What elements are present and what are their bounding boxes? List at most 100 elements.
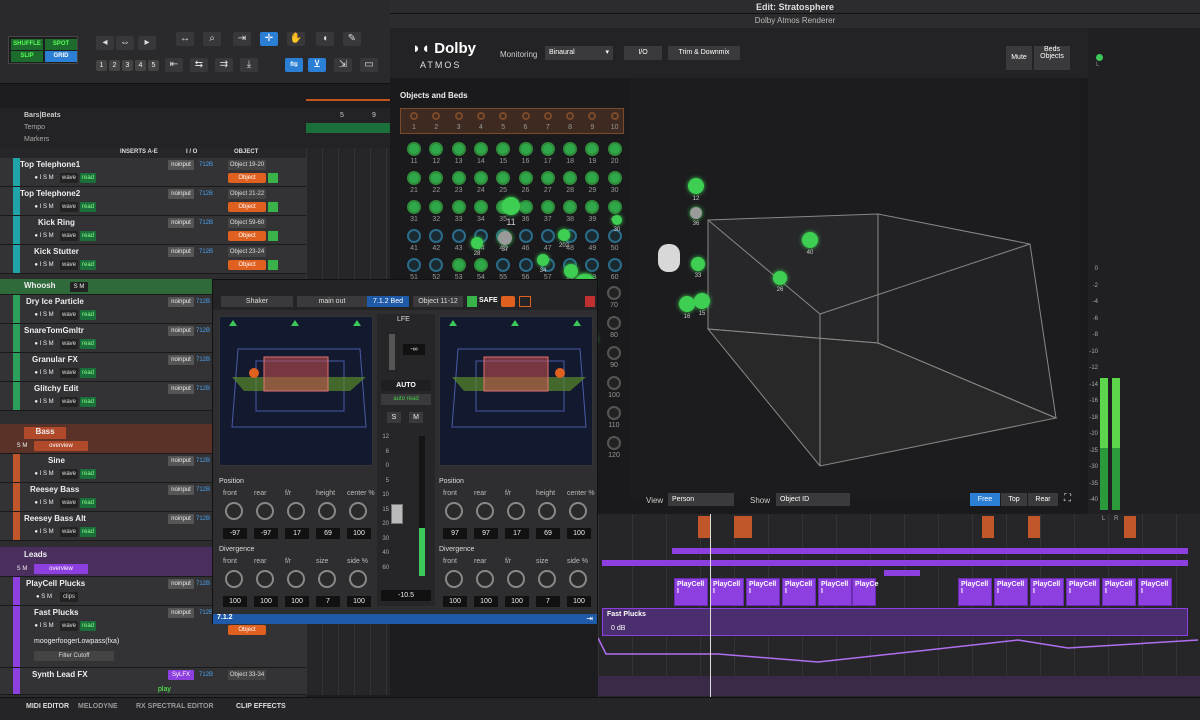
object-cell[interactable] bbox=[451, 258, 466, 272]
output-selector[interactable]: 712B bbox=[196, 355, 210, 365]
lfe-fader[interactable] bbox=[389, 334, 395, 370]
object-cell[interactable] bbox=[451, 142, 466, 156]
object-cell[interactable] bbox=[607, 286, 621, 300]
object-sphere[interactable] bbox=[612, 215, 622, 225]
input-selector[interactable]: noinput bbox=[168, 514, 194, 524]
divergence-knob[interactable] bbox=[349, 570, 367, 588]
position-knob[interactable] bbox=[507, 502, 525, 520]
spot-mode-button[interactable]: SPOT bbox=[45, 39, 77, 50]
input-selector[interactable]: SyLFX bbox=[168, 670, 194, 680]
object-sphere[interactable] bbox=[564, 264, 578, 278]
clip[interactable]: PlayCe bbox=[852, 578, 878, 606]
mute-button[interactable]: Mute bbox=[1006, 46, 1032, 70]
object-play-icon[interactable] bbox=[467, 296, 477, 307]
track-name[interactable]: Whoosh bbox=[24, 281, 102, 293]
clip[interactable]: PlayCell I bbox=[1030, 578, 1064, 606]
track-view-selector[interactable]: wave bbox=[60, 260, 78, 270]
object-cell[interactable] bbox=[540, 229, 555, 243]
object-sphere[interactable] bbox=[690, 207, 702, 219]
track-name[interactable]: Fast Plucks bbox=[34, 608, 112, 620]
clip[interactable]: PlayCell I bbox=[710, 578, 744, 606]
bed-select[interactable]: 7.1.2 Bed bbox=[367, 296, 409, 307]
scrubber-tool-icon[interactable]: ◖ bbox=[316, 32, 334, 46]
automation-line[interactable] bbox=[598, 636, 1200, 676]
view-rear-button[interactable]: Rear bbox=[1028, 493, 1058, 506]
automation-mode[interactable]: read bbox=[80, 469, 96, 479]
bed-cell[interactable] bbox=[521, 112, 530, 120]
object-cell[interactable] bbox=[585, 258, 600, 272]
mute-button[interactable]: M bbox=[409, 412, 423, 423]
automation-mode[interactable]: read bbox=[80, 173, 96, 183]
track-name[interactable]: Kick Stutter bbox=[34, 247, 112, 259]
preset-select[interactable]: Shaker bbox=[221, 296, 293, 307]
track-view-selector[interactable]: wave bbox=[60, 310, 78, 320]
object-cell[interactable] bbox=[407, 229, 421, 243]
clip[interactable] bbox=[672, 548, 1188, 554]
shuffle-mode-button[interactable]: SHUFFLE bbox=[11, 39, 43, 50]
output-selector[interactable]: 712B bbox=[196, 326, 210, 336]
object-cell[interactable] bbox=[518, 200, 533, 214]
pencil-tool-icon[interactable]: ✎ bbox=[343, 32, 361, 46]
object-cell[interactable] bbox=[607, 258, 622, 272]
object-select[interactable]: Object 11-12 bbox=[413, 296, 463, 307]
object-toggle-button[interactable]: Object bbox=[228, 625, 266, 635]
position-knob[interactable] bbox=[476, 502, 494, 520]
object-cell[interactable] bbox=[607, 436, 621, 450]
solo-mute-buttons[interactable]: S M bbox=[12, 564, 32, 574]
clip[interactable]: PlayCell I bbox=[674, 578, 708, 606]
divergence-knob[interactable] bbox=[476, 570, 494, 588]
object-cell[interactable] bbox=[407, 171, 421, 185]
track-view-selector[interactable]: wave bbox=[60, 173, 78, 183]
solo-mute-buttons[interactable]: ● I S M bbox=[30, 231, 58, 241]
clip[interactable]: PlayCell I bbox=[1102, 578, 1136, 606]
object-cell[interactable] bbox=[429, 200, 444, 214]
input-selector[interactable]: noinput bbox=[168, 189, 194, 199]
object-cell[interactable] bbox=[407, 200, 421, 214]
input-selector[interactable]: noinput bbox=[168, 247, 194, 257]
object-cell[interactable] bbox=[540, 200, 555, 214]
track-view-selector[interactable]: wave bbox=[60, 469, 78, 479]
divergence-knob[interactable] bbox=[318, 570, 336, 588]
object-cell[interactable] bbox=[473, 142, 488, 156]
tempo-ruler[interactable] bbox=[306, 123, 390, 133]
track-name[interactable]: Leads bbox=[24, 550, 76, 562]
object-assign[interactable]: Object 21-22 bbox=[228, 189, 266, 199]
clip[interactable] bbox=[602, 560, 1188, 566]
input-selector[interactable]: noinput bbox=[168, 160, 194, 170]
automation-mode[interactable]: read bbox=[80, 231, 96, 241]
insertion-follows-icon[interactable]: ⇉ bbox=[215, 58, 233, 72]
zoom-preset-2[interactable]: 2 bbox=[109, 60, 120, 71]
track-view-selector[interactable]: overview bbox=[34, 564, 88, 574]
smart-tool-icon[interactable]: ✛ bbox=[260, 32, 278, 46]
track-view-selector[interactable]: clips bbox=[60, 592, 78, 602]
object-cell[interactable] bbox=[607, 142, 622, 156]
input-selector[interactable]: noinput bbox=[168, 485, 194, 495]
input-selector[interactable]: noinput bbox=[168, 608, 194, 618]
clip[interactable]: PlayCell I bbox=[782, 578, 816, 606]
zoom-preset-5[interactable]: 5 bbox=[148, 60, 159, 71]
object-cell[interactable] bbox=[607, 316, 621, 330]
object-cell[interactable] bbox=[607, 200, 622, 214]
slip-mode-button[interactable]: SLIP bbox=[11, 51, 43, 62]
output-selector[interactable]: 712B bbox=[196, 670, 216, 680]
object-sphere[interactable] bbox=[679, 296, 695, 312]
object-cell[interactable] bbox=[518, 171, 533, 185]
solo-mute-buttons[interactable]: ● I S M bbox=[30, 310, 58, 320]
track-view-selector[interactable]: wave bbox=[60, 368, 78, 378]
solo-mute-buttons[interactable]: ● I S M bbox=[30, 527, 58, 537]
object-sphere[interactable] bbox=[498, 231, 512, 245]
object-sphere[interactable] bbox=[691, 257, 705, 271]
view-top-button[interactable]: Top bbox=[1001, 493, 1027, 506]
object-play-icon[interactable] bbox=[268, 202, 278, 212]
object-assign[interactable]: Object 23-24 bbox=[228, 247, 266, 257]
object-cell[interactable] bbox=[607, 376, 621, 390]
output-selector[interactable]: 712B bbox=[196, 247, 216, 257]
synth-lead-lane[interactable] bbox=[598, 676, 1200, 696]
object-play-icon[interactable] bbox=[268, 173, 278, 183]
divergence-knob[interactable] bbox=[507, 570, 525, 588]
object-sphere[interactable] bbox=[773, 271, 787, 285]
object-sphere[interactable] bbox=[694, 293, 710, 309]
object-cell[interactable] bbox=[607, 346, 621, 360]
monitoring-select[interactable]: Binaural ▾ bbox=[545, 46, 613, 60]
tab-midi-editor[interactable]: MIDI EDITOR bbox=[26, 703, 69, 710]
